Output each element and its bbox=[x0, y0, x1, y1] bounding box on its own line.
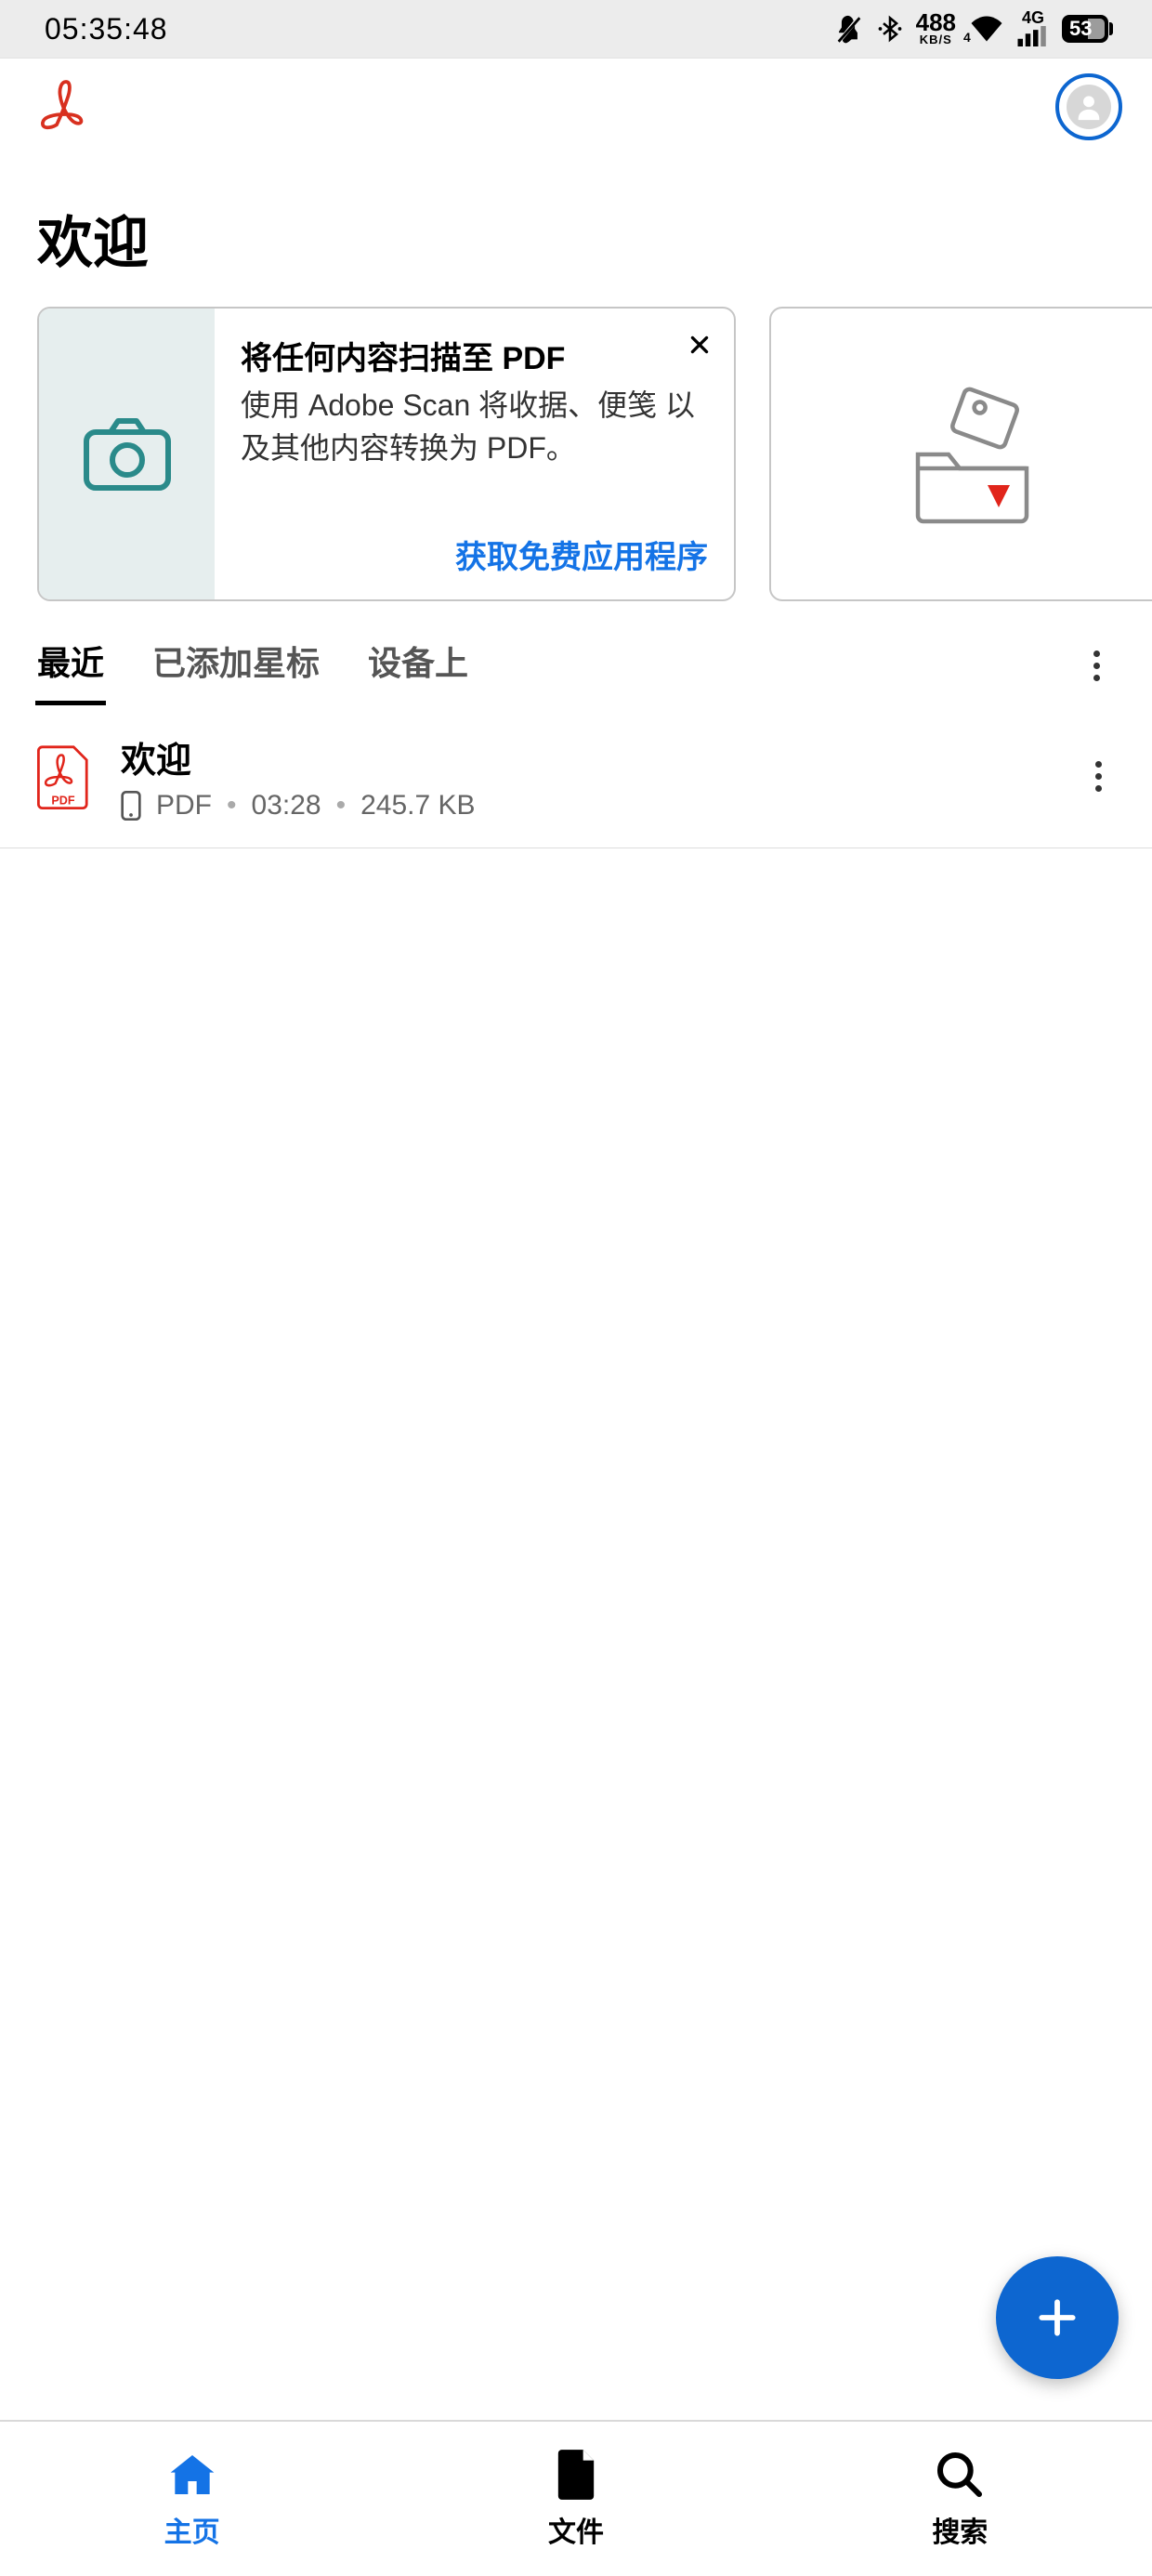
tabs-overflow-button[interactable] bbox=[1079, 641, 1115, 690]
promo-card-next[interactable] bbox=[769, 307, 1152, 601]
pdf-file-icon: PDF bbox=[37, 744, 89, 809]
file-overflow-button[interactable] bbox=[1082, 752, 1115, 801]
avatar-icon bbox=[1067, 85, 1111, 129]
net-type: 4G bbox=[1022, 11, 1044, 25]
more-vert-icon bbox=[1093, 651, 1100, 681]
file-item[interactable]: PDF 欢迎 PDF • 03:28 • 245.7 KB bbox=[0, 703, 1152, 848]
nav-search[interactable]: 搜索 bbox=[768, 2422, 1152, 2576]
battery-icon: 53 bbox=[1062, 15, 1113, 43]
battery-percent: 53 bbox=[1069, 17, 1092, 41]
home-icon bbox=[165, 2448, 219, 2502]
wifi-icon: 4 bbox=[969, 15, 1004, 43]
bluetooth-icon bbox=[877, 13, 903, 45]
tabs-row: 最近 已添加星标 设备上 bbox=[0, 601, 1152, 703]
bottom-nav: 主页 文件 搜索 bbox=[0, 2420, 1152, 2576]
status-bar: 05:35:48 488 KB/S 4 4G 53 bbox=[0, 0, 1152, 59]
promo-desc: 使用 Adobe Scan 将收据、便笺 以及其他内容转换为 PDF。 bbox=[241, 384, 708, 470]
nav-files[interactable]: 文件 bbox=[384, 2422, 767, 2576]
file-name: 欢迎 bbox=[121, 731, 1051, 782]
status-indicators: 488 KB/S 4 4G 53 bbox=[832, 11, 1113, 46]
file-size: 245.7 KB bbox=[360, 790, 475, 821]
more-vert-icon bbox=[1095, 761, 1102, 792]
file-meta: PDF • 03:28 • 245.7 KB bbox=[121, 790, 1051, 821]
tab-starred[interactable]: 已添加星标 bbox=[152, 637, 320, 703]
data-rate: 488 KB/S bbox=[916, 12, 956, 45]
app-header bbox=[0, 59, 1152, 155]
profile-button[interactable] bbox=[1055, 73, 1122, 140]
device-icon bbox=[121, 791, 141, 821]
data-rate-num: 488 bbox=[916, 12, 956, 33]
file-info: 欢迎 PDF • 03:28 • 245.7 KB bbox=[121, 731, 1051, 821]
camera-icon bbox=[81, 417, 174, 492]
promo-title: 将任何内容扫描至 PDF bbox=[241, 333, 708, 378]
file-type: PDF bbox=[156, 790, 212, 821]
file-icon bbox=[549, 2448, 603, 2502]
file-time: 03:28 bbox=[252, 790, 321, 821]
nav-label: 文件 bbox=[548, 2509, 604, 2550]
page-title: 欢迎 bbox=[0, 155, 1152, 307]
promo-card-scan[interactable]: 将任何内容扫描至 PDF 使用 Adobe Scan 将收据、便笺 以及其他内容… bbox=[37, 307, 736, 601]
plus-icon bbox=[1034, 2294, 1080, 2341]
fab-add-button[interactable] bbox=[996, 2256, 1119, 2379]
status-time: 05:35:48 bbox=[45, 12, 168, 46]
cellular-icon: 4G bbox=[1017, 11, 1049, 46]
promo-action-link[interactable]: 获取免费应用程序 bbox=[455, 507, 708, 577]
promo-card-icon-pane bbox=[39, 309, 215, 599]
wifi-sub: 4 bbox=[963, 30, 971, 45]
nav-label: 搜索 bbox=[932, 2509, 988, 2550]
acrobat-logo-icon bbox=[37, 77, 85, 138]
svg-text:PDF: PDF bbox=[51, 794, 74, 807]
tab-on-device[interactable]: 设备上 bbox=[368, 637, 468, 703]
mute-icon bbox=[832, 13, 864, 45]
data-rate-unit: KB/S bbox=[920, 34, 952, 46]
nav-home[interactable]: 主页 bbox=[0, 2422, 384, 2576]
promo-cards[interactable]: 将任何内容扫描至 PDF 使用 Adobe Scan 将收据、便笺 以及其他内容… bbox=[0, 307, 1152, 601]
search-icon bbox=[933, 2448, 987, 2502]
folder-image-icon bbox=[904, 385, 1043, 524]
close-icon[interactable] bbox=[684, 329, 715, 365]
tab-recent[interactable]: 最近 bbox=[37, 637, 104, 703]
nav-label: 主页 bbox=[164, 2509, 220, 2550]
